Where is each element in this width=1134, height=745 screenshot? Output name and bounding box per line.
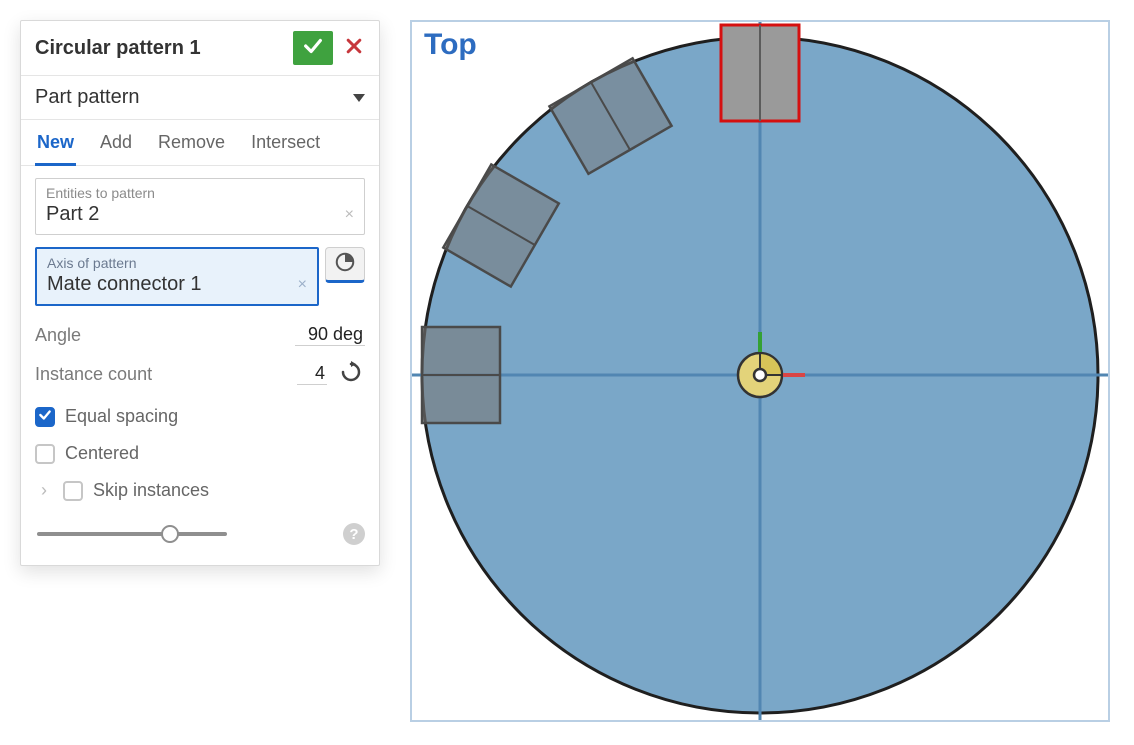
mate-connector-icon [334,251,356,278]
tab-add[interactable]: Add [98,120,134,165]
help-icon: ? [349,526,358,543]
dialog-header: Circular pattern 1 [21,21,379,76]
axis-row: Axis of pattern Mate connector 1 × [35,247,365,306]
graphics-viewport[interactable]: Top [410,20,1110,722]
tab-new[interactable]: New [35,120,76,166]
cancel-button[interactable] [339,31,369,65]
help-button[interactable]: ? [343,523,365,545]
entities-label: Entities to pattern [46,185,354,201]
instance-count-label: Instance count [35,364,297,385]
confirm-button[interactable] [293,31,333,65]
close-icon [344,36,364,61]
centered-option[interactable]: Centered [35,435,365,472]
checkmark-icon [38,406,52,427]
equal-spacing-checkbox[interactable] [35,407,55,427]
pattern-type-label: Part pattern [35,86,353,109]
skip-instances-disclosure[interactable]: › [35,480,53,501]
skip-instances-option[interactable]: › Skip instances [35,472,365,509]
instance-count-input[interactable]: 4 [297,363,327,385]
rollback-slider-thumb[interactable] [161,525,179,543]
axis-label: Axis of pattern [47,255,307,271]
skip-instances-checkbox[interactable] [63,481,83,501]
check-icon [302,35,324,62]
tab-remove[interactable]: Remove [156,120,227,165]
axis-selection[interactable]: Axis of pattern Mate connector 1 × [35,247,319,306]
flip-direction-button[interactable] [337,360,365,388]
pattern-type-dropdown[interactable]: Part pattern [21,76,379,120]
dialog-title: Circular pattern 1 [35,37,293,60]
tab-intersect[interactable]: Intersect [249,120,322,165]
axis-value: Mate connector 1 [47,273,307,296]
equal-spacing-label: Equal spacing [65,406,178,427]
mate-connector-marker[interactable] [738,353,782,397]
viewport-svg: Top [410,20,1110,722]
entities-selection[interactable]: Entities to pattern Part 2 × [35,178,365,235]
reverse-icon [339,360,363,389]
centered-label: Centered [65,443,139,464]
caret-down-icon [353,94,365,102]
angle-input[interactable]: 90 deg [295,324,365,346]
circular-pattern-dialog: Circular pattern 1 Part pattern New Add … [20,20,380,566]
entities-clear-icon[interactable]: × [345,206,354,224]
axis-clear-icon[interactable]: × [298,276,307,294]
equal-spacing-option[interactable]: Equal spacing [35,398,365,435]
skip-instances-label: Skip instances [93,480,209,501]
panel-footer: ? [35,509,365,549]
chevron-right-icon: › [41,480,47,501]
angle-row: Angle 90 deg [35,320,365,356]
angle-label: Angle [35,325,295,346]
rollback-slider[interactable] [37,532,227,536]
mate-connector-button[interactable] [325,247,365,283]
boolean-tabs: New Add Remove Intersect [21,120,379,166]
centered-checkbox[interactable] [35,444,55,464]
instance-count-row: Instance count 4 [35,356,365,398]
dialog-body: Entities to pattern Part 2 × Axis of pat… [21,166,379,565]
entities-value: Part 2 [46,203,354,226]
orientation-label: Top [424,28,477,61]
